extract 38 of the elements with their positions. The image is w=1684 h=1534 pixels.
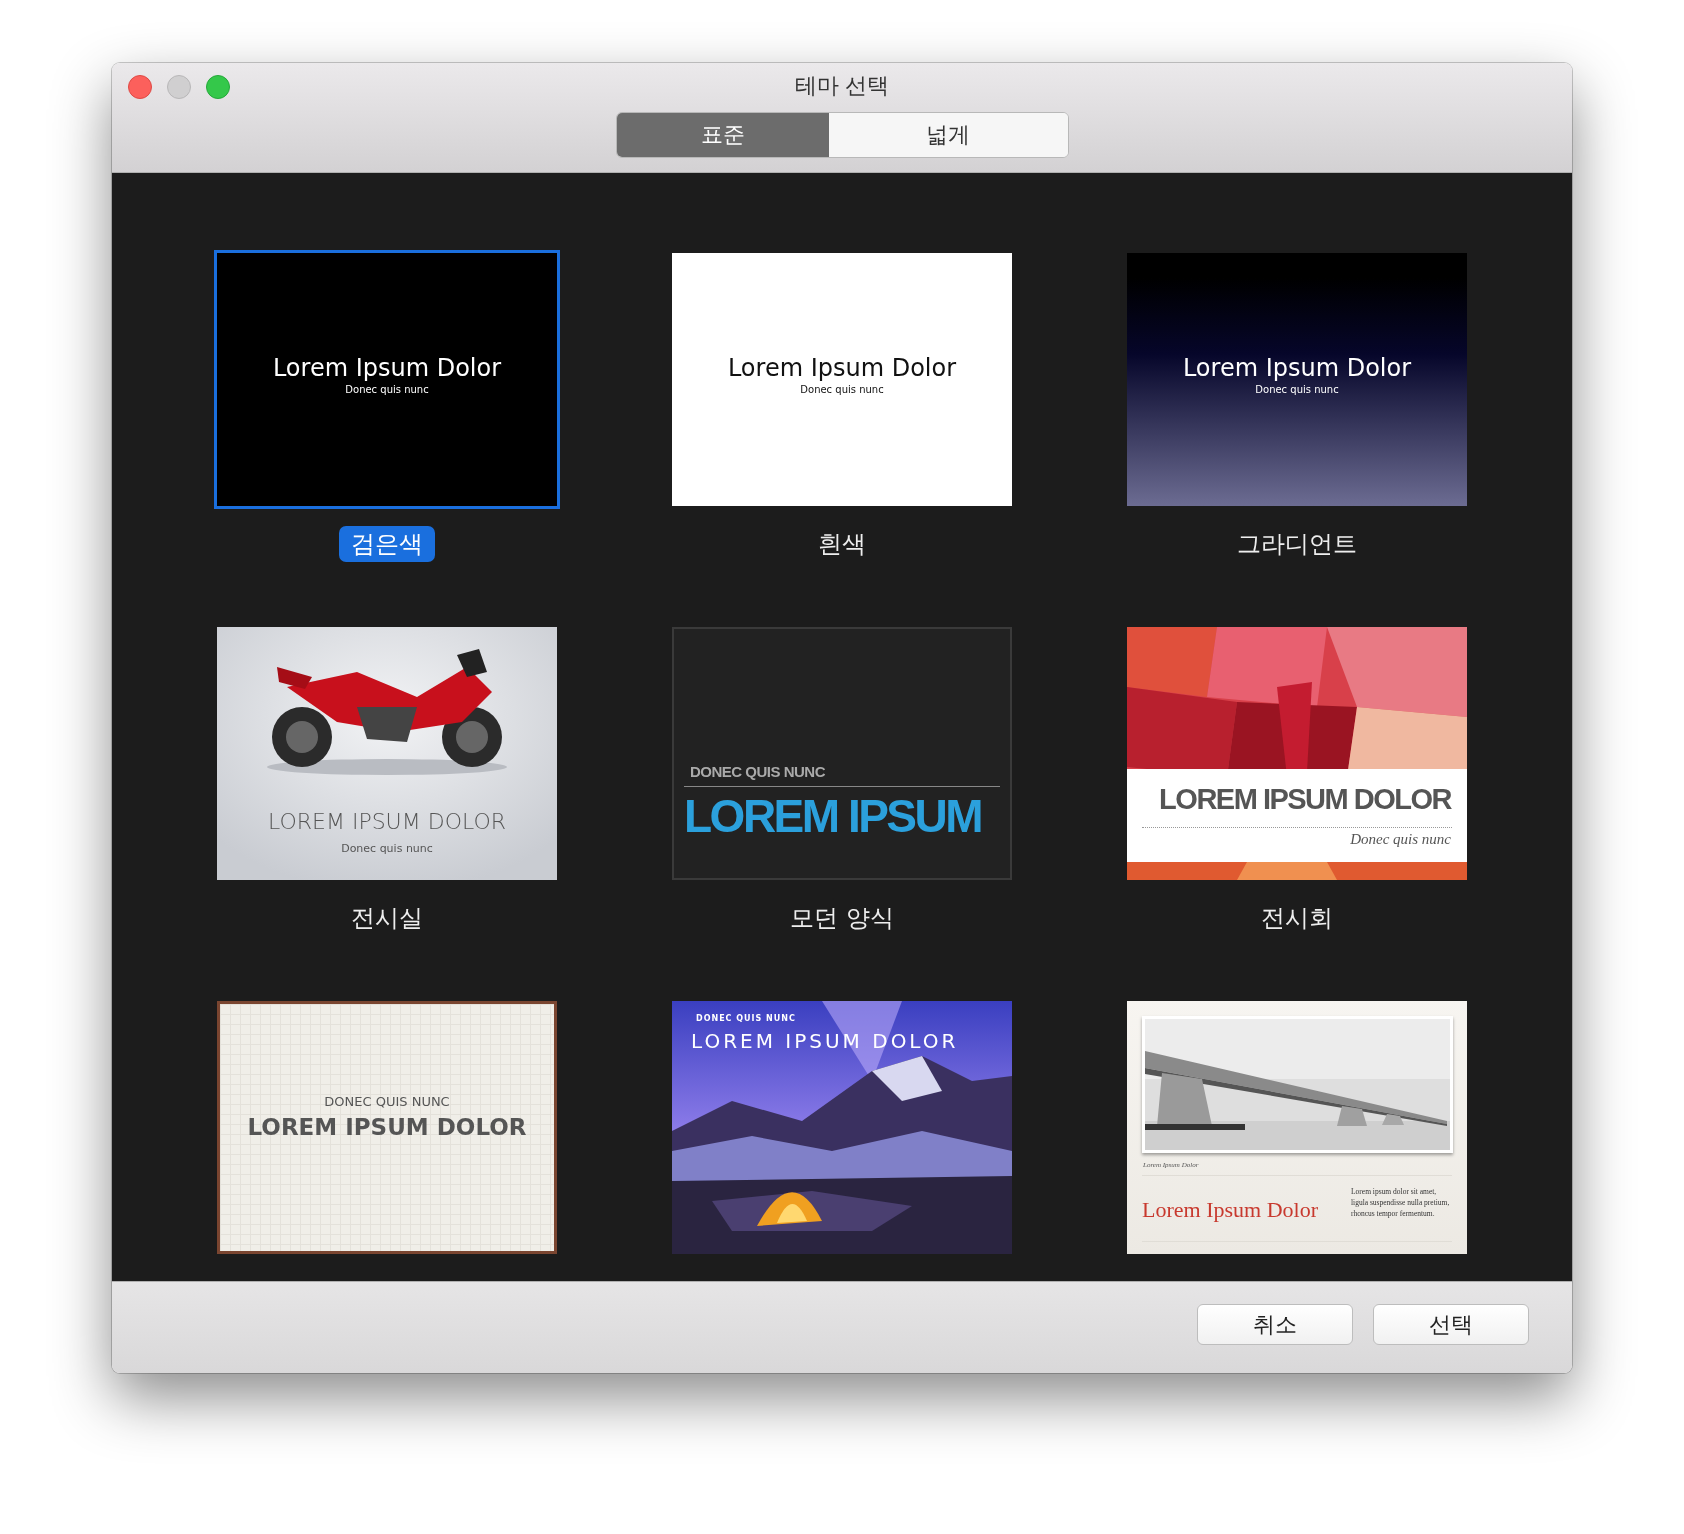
- theme-name: 그라디언트: [1236, 529, 1358, 560]
- slide-title: LOREM IPSUM: [684, 789, 982, 843]
- theme-thumbnail[interactable]: DONEC QUIS NUNC LOREM IPSUM DOLOR: [672, 1001, 1012, 1254]
- dialog-button[interactable]: 취소: [1197, 1304, 1353, 1345]
- minimize-button[interactable]: [167, 75, 191, 99]
- theme-thumbnail[interactable]: Lorem Ipsum Dolor Donec quis nunc: [1127, 253, 1467, 506]
- slide-title: Lorem Ipsum Dolor: [727, 354, 957, 382]
- theme-thumbnail[interactable]: Lorem Ipsum Dolor Donec quis nunc: [217, 253, 557, 506]
- slide-title: Lorem Ipsum Dolor: [1182, 354, 1412, 382]
- slide-title: LOREM IPSUM DOLOR: [246, 1114, 528, 1140]
- slide-subtitle: DONEC QUIS NUNC: [690, 763, 825, 780]
- slide-title: LOREM IPSUM DOLOR: [266, 809, 508, 834]
- slide-subtitle: Donec quis nunc: [1350, 831, 1451, 848]
- slide-subtitle: Donec quis nunc: [1255, 384, 1339, 395]
- slide-title: LOREM IPSUM DOLOR: [691, 1029, 959, 1053]
- zoom-button[interactable]: [206, 75, 230, 99]
- theme-thumbnail[interactable]: LOREM IPSUM DOLOR Donec quis nunc: [1127, 627, 1467, 880]
- slide-title: LOREM IPSUM DOLOR: [1159, 783, 1451, 816]
- slide-subtitle: DONEC QUIS NUNC: [696, 1014, 796, 1023]
- theme-name: 전시회: [1260, 903, 1334, 934]
- theme-name: 전시실: [350, 903, 424, 934]
- close-button[interactable]: [128, 75, 152, 99]
- theme-thumbnail[interactable]: LOREM IPSUM DOLOR Donec quis nunc: [217, 627, 557, 880]
- slide-title: Lorem Ipsum Dolor: [1142, 1197, 1318, 1223]
- theme-name: 검은색: [339, 526, 435, 562]
- theme-name: 흰색: [817, 529, 867, 560]
- slide-title: Lorem Ipsum Dolor: [272, 354, 502, 382]
- window-title: 테마 선택: [794, 72, 890, 100]
- theme-thumbnail[interactable]: Lorem Ipsum Dolor Donec quis nunc: [672, 253, 1012, 506]
- slide-subtitle: Donec quis nunc: [800, 384, 884, 395]
- slide-subtitle: Donec quis nunc: [340, 842, 434, 855]
- theme-thumbnail[interactable]: DONEC QUIS NUNC LOREM IPSUM: [672, 627, 1012, 880]
- size-tab[interactable]: 표준: [616, 113, 829, 157]
- dialog-button[interactable]: 선택: [1373, 1304, 1529, 1345]
- slide-subtitle: DONEC QUIS NUNC: [323, 1094, 451, 1109]
- theme-name: 모던 양식: [789, 903, 895, 934]
- slide-subtitle: Donec quis nunc: [345, 384, 429, 395]
- theme-thumbnail[interactable]: DONEC QUIS NUNC LOREM IPSUM DOLOR: [217, 1001, 557, 1254]
